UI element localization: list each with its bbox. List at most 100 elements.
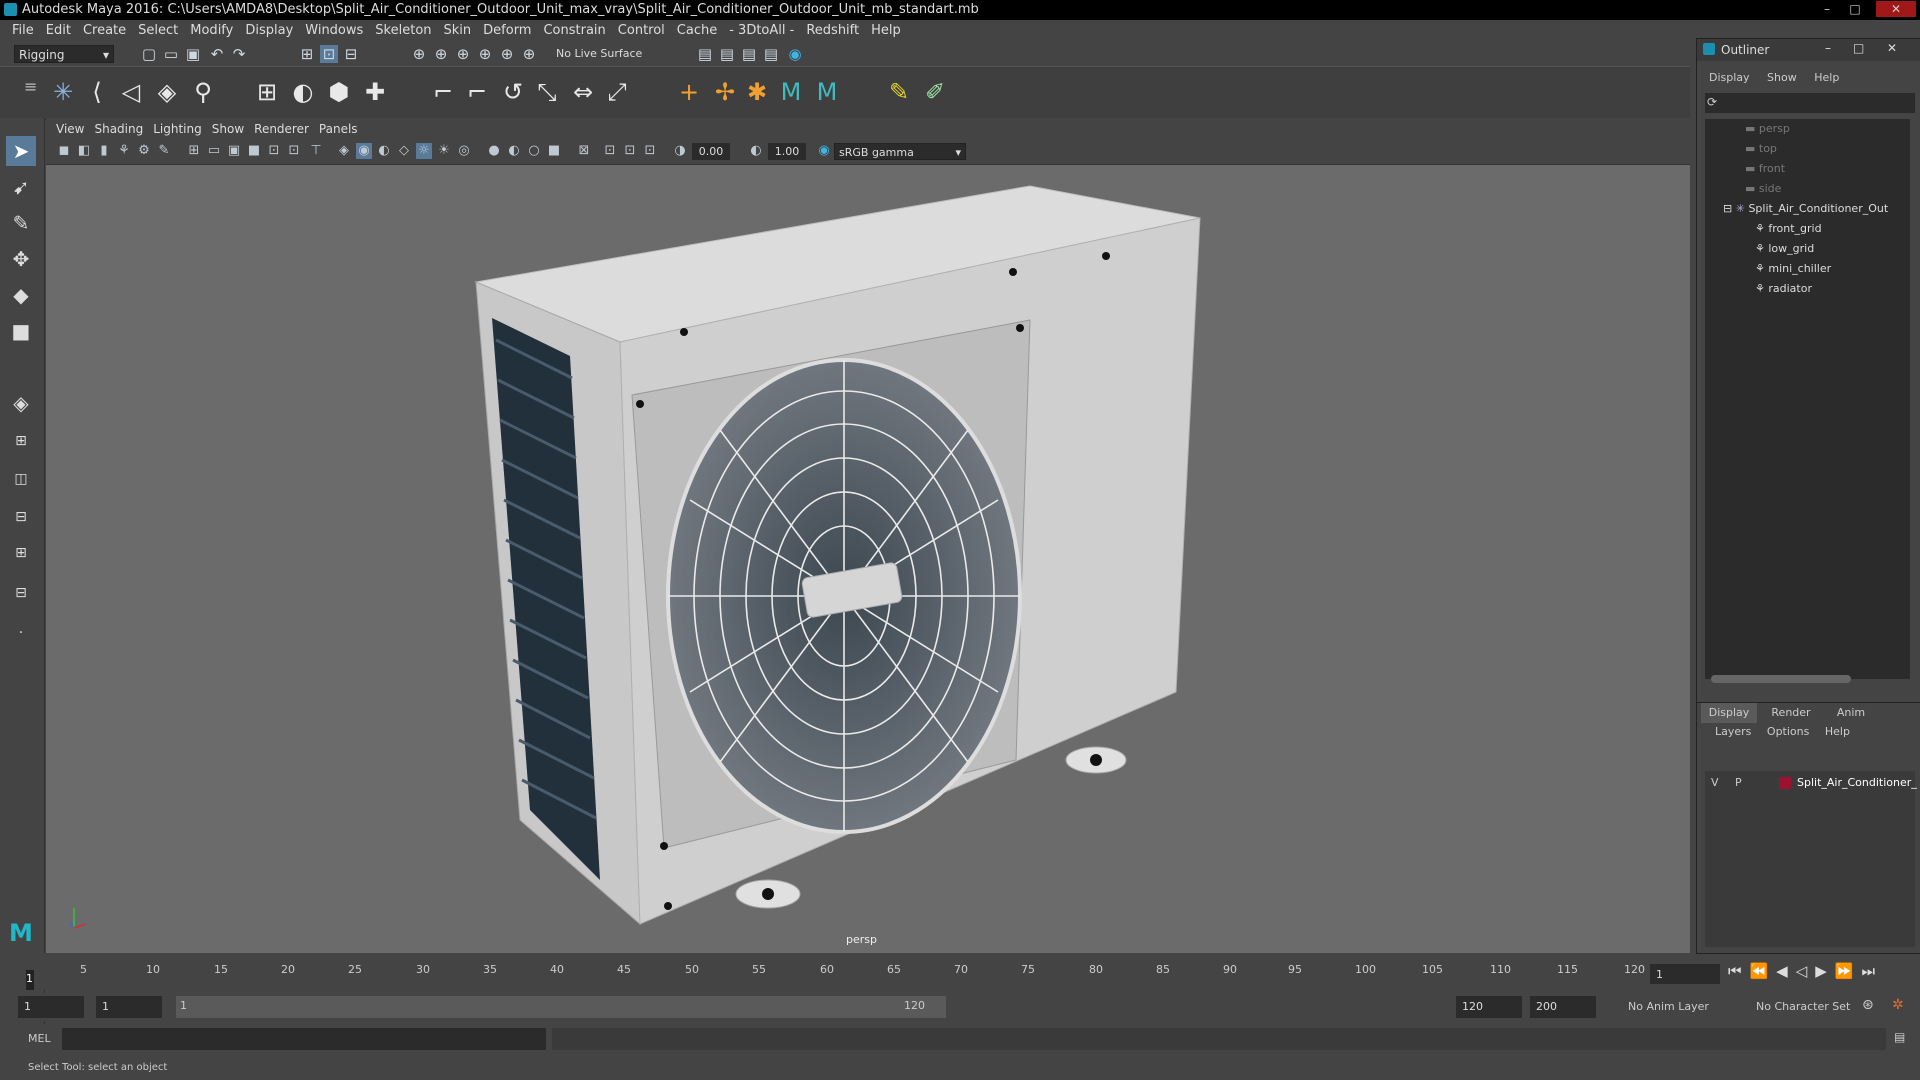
viewport[interactable]: [46, 118, 1690, 953]
resolution-gate-icon[interactable]: ▣: [226, 143, 242, 159]
vp-menu-panels[interactable]: Panels: [319, 118, 358, 140]
menu-constrain[interactable]: Constrain: [543, 20, 605, 42]
single-view-icon[interactable]: ◈: [6, 388, 36, 418]
two-view-icon[interactable]: ◫: [6, 464, 36, 494]
layer-visibility-toggle[interactable]: V: [1711, 773, 1719, 793]
wireframe-icon[interactable]: ◈: [336, 143, 352, 159]
outliner-item-radiator[interactable]: ⚘ radiator: [1755, 279, 1812, 299]
orient-constraint-icon[interactable]: ↺: [498, 77, 528, 107]
ik-solver-icon[interactable]: ✱: [742, 77, 772, 107]
safe-title-icon[interactable]: ⊤: [308, 143, 324, 159]
outliner-item-mini-chiller[interactable]: ⚘ mini_chiller: [1755, 259, 1831, 279]
hypershade-icon[interactable]: ◉: [786, 45, 804, 63]
ipr-render-icon[interactable]: ▤: [740, 45, 758, 63]
select-object-icon[interactable]: ⊡: [320, 45, 338, 63]
outliner-layout-icon[interactable]: ⊟: [6, 502, 36, 532]
playback-controls[interactable]: ⏮⏪◀◁▶⏩⏭: [1728, 962, 1883, 980]
depth-of-field-icon[interactable]: ■: [546, 143, 562, 159]
playback-start-field[interactable]: 1: [96, 996, 162, 1018]
menuset-dropdown[interactable]: Rigging ▾: [14, 45, 114, 63]
maya-m2-icon[interactable]: M: [812, 77, 842, 107]
lattice-icon[interactable]: ◐: [288, 77, 318, 107]
outliner-menu-show[interactable]: Show: [1767, 71, 1797, 84]
move-tool-icon[interactable]: ✥: [6, 244, 36, 274]
snap-point-icon[interactable]: ⊕: [454, 45, 472, 63]
paint-weights-icon[interactable]: ✎: [884, 77, 914, 107]
camera-select-icon[interactable]: ◼: [56, 143, 72, 159]
menu-display[interactable]: Display: [245, 20, 293, 42]
point-constraint-icon[interactable]: ⌐: [428, 77, 458, 107]
xray-joints-icon[interactable]: ⊡: [602, 143, 618, 159]
menu-cache[interactable]: Cache: [677, 20, 717, 42]
wrap-icon[interactable]: ⬢: [324, 77, 354, 107]
outliner-item-front[interactable]: ▬ front: [1745, 159, 1785, 179]
auto-key-icon[interactable]: ⊛: [1862, 997, 1874, 1013]
outliner-item-side[interactable]: ▬ side: [1745, 179, 1781, 199]
two-d-pan-icon[interactable]: ⚙: [136, 143, 152, 159]
colorspace-dropdown[interactable]: sRGB gamma ▾: [834, 143, 966, 160]
field-chart-icon[interactable]: ⊡: [266, 143, 282, 159]
script-layout-icon[interactable]: ·: [6, 618, 36, 648]
mirror-joint-icon[interactable]: ⚲: [188, 77, 218, 107]
bind-skin-icon[interactable]: ⊞: [252, 77, 282, 107]
safe-action-icon[interactable]: ⊡: [286, 143, 302, 159]
paint-select-icon[interactable]: ✎: [6, 208, 36, 238]
snap-curve-icon[interactable]: ⊕: [432, 45, 450, 63]
character-set-dropdown[interactable]: No Character Set: [1756, 1000, 1850, 1013]
vp-menu-lighting[interactable]: Lighting: [153, 118, 202, 140]
ik-handle-icon[interactable]: ⟨: [82, 77, 112, 107]
color-management-icon[interactable]: ◉: [816, 143, 832, 159]
insert-joint-icon[interactable]: ◈: [152, 77, 182, 107]
end-time-field[interactable]: 200: [1530, 996, 1596, 1018]
grease-pencil-icon[interactable]: ✎: [156, 143, 172, 159]
aim-constraint-icon[interactable]: ⌐: [462, 77, 492, 107]
outliner-hscrollbar[interactable]: [1711, 675, 1851, 683]
menu-control[interactable]: Control: [618, 20, 665, 42]
outliner-item-top[interactable]: ▬ top: [1745, 139, 1777, 159]
close-button[interactable]: ✕: [1876, 1, 1916, 17]
joint-orient-icon[interactable]: ✢: [710, 77, 740, 107]
tab-display[interactable]: Display: [1701, 703, 1757, 723]
select-hierarchy-icon[interactable]: ⊞: [298, 45, 316, 63]
paint-tool-icon[interactable]: ✐: [920, 77, 950, 107]
menu-deform[interactable]: Deform: [483, 20, 531, 42]
menu-windows[interactable]: Windows: [305, 20, 363, 42]
preferences-icon[interactable]: ✲: [1892, 997, 1904, 1013]
menu-file[interactable]: File: [12, 20, 34, 42]
textured-icon[interactable]: ◇: [396, 143, 412, 159]
outliner-item-persp[interactable]: ▬ persp: [1745, 119, 1790, 139]
shelf-options-icon[interactable]: ≡: [24, 77, 37, 96]
hypershade-layout-icon[interactable]: ⊟: [6, 578, 36, 608]
current-frame-field[interactable]: 1: [1650, 964, 1720, 984]
close-icon[interactable]: ✕: [1887, 41, 1897, 55]
joint-tool-icon[interactable]: ✳: [48, 77, 78, 107]
menu-help[interactable]: Help: [871, 20, 901, 42]
maximize-button[interactable]: □: [1842, 1, 1868, 17]
gamma-field[interactable]: 1.00: [768, 143, 806, 160]
film-gate-icon[interactable]: ▭: [206, 143, 222, 159]
layers-menu-help[interactable]: Help: [1825, 725, 1850, 738]
render-view-icon[interactable]: ▤: [696, 45, 714, 63]
outliner-item-low-grid[interactable]: ⚘ low_grid: [1755, 239, 1814, 259]
collapse-icon[interactable]: ⊟: [1723, 202, 1736, 215]
outliner-item-front-grid[interactable]: ⚘ front_grid: [1755, 219, 1822, 239]
render-frame-icon[interactable]: ▤: [718, 45, 736, 63]
image-plane-icon[interactable]: ⚘: [116, 143, 132, 159]
air-conditioner-model[interactable]: [46, 118, 1690, 953]
screen-space-ao-icon[interactable]: ●: [486, 143, 502, 159]
save-scene-icon[interactable]: ▣: [184, 45, 202, 63]
menu-select[interactable]: Select: [138, 20, 178, 42]
four-view-icon[interactable]: ⊞: [6, 426, 36, 456]
exposure-icon[interactable]: ◑: [672, 143, 688, 159]
maya-m-icon[interactable]: M: [776, 77, 806, 107]
gate-mask-icon[interactable]: ■: [246, 143, 262, 159]
vp-menu-view[interactable]: View: [56, 118, 84, 140]
snap-live-icon[interactable]: ⊕: [520, 45, 538, 63]
mel-input[interactable]: [62, 1028, 546, 1050]
wireframe-on-shaded-icon[interactable]: ◐: [376, 143, 392, 159]
outliner-menu-display[interactable]: Display: [1709, 71, 1750, 84]
layer-name[interactable]: Split_Air_Conditioner_: [1797, 773, 1917, 793]
graph-layout-icon[interactable]: ⊞: [6, 538, 36, 568]
layers-menu-layers[interactable]: Layers: [1715, 725, 1751, 738]
minimize-button[interactable]: –: [1814, 1, 1840, 17]
